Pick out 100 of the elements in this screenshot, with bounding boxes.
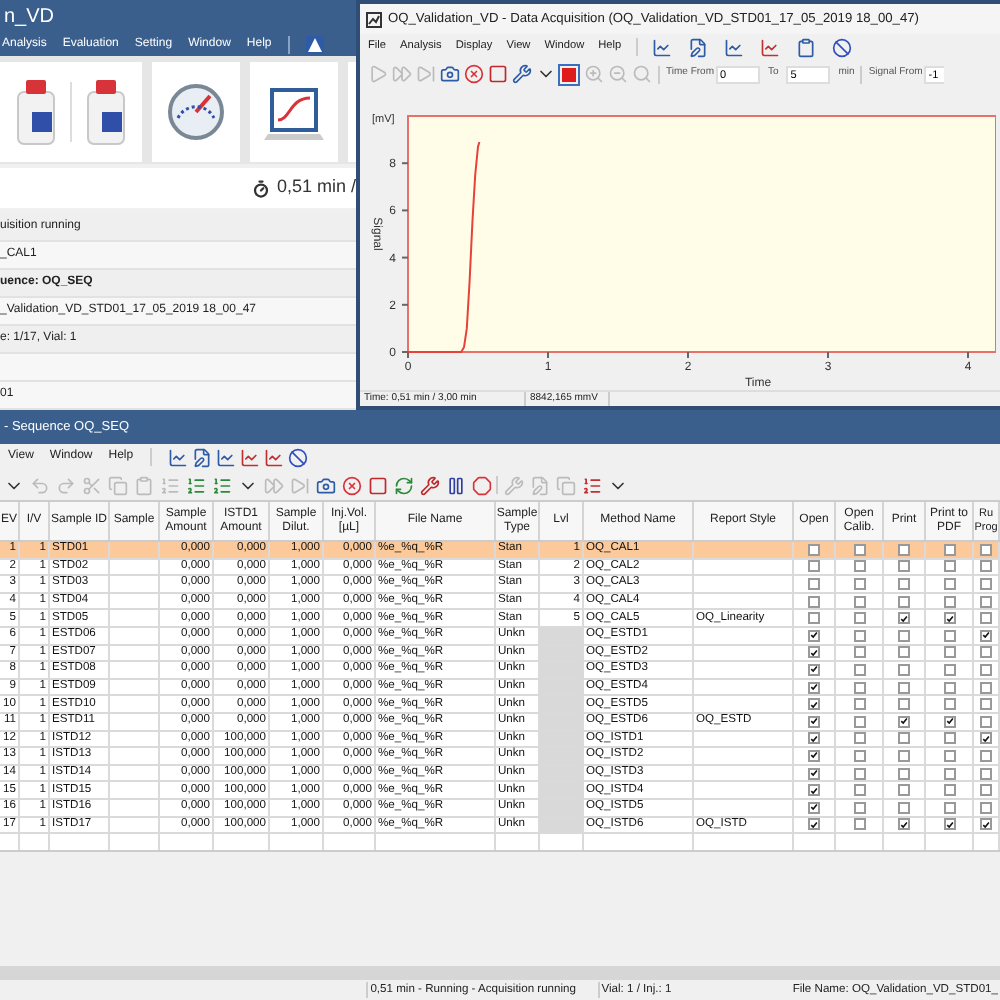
- checkbox[interactable]: [808, 577, 820, 590]
- checkbox[interactable]: [853, 818, 865, 831]
- list-icon[interactable]: [580, 474, 602, 496]
- checkbox[interactable]: [853, 784, 865, 797]
- checkbox[interactable]: [853, 612, 865, 625]
- checkbox[interactable]: [898, 801, 910, 814]
- checkbox[interactable]: [853, 646, 865, 659]
- checkbox[interactable]: [980, 612, 992, 625]
- checkbox[interactable]: [943, 629, 955, 642]
- checkbox[interactable]: [980, 732, 992, 745]
- checkbox[interactable]: [808, 663, 820, 676]
- refresh-icon[interactable]: [392, 474, 414, 496]
- checkbox[interactable]: [898, 784, 910, 797]
- wrench-icon[interactable]: [418, 474, 440, 496]
- checkbox[interactable]: [853, 560, 865, 573]
- checkbox[interactable]: [808, 629, 820, 642]
- checkbox[interactable]: [853, 801, 865, 814]
- calibration-icon[interactable]: [759, 36, 782, 58]
- checkbox[interactable]: [808, 698, 820, 711]
- checkbox[interactable]: [943, 749, 955, 762]
- checkbox[interactable]: [898, 646, 910, 659]
- checkbox[interactable]: [853, 681, 865, 694]
- camera-icon[interactable]: [314, 474, 336, 496]
- checkbox[interactable]: [853, 663, 865, 676]
- edit-icon[interactable]: [528, 474, 550, 496]
- checkbox[interactable]: [853, 595, 865, 608]
- checkbox[interactable]: [808, 595, 820, 608]
- gauge-icon[interactable]: [166, 81, 226, 142]
- record-button[interactable]: [558, 63, 580, 85]
- checkbox[interactable]: [808, 784, 820, 797]
- checkbox[interactable]: [980, 543, 992, 556]
- logo-icon[interactable]: [305, 35, 324, 54]
- checkbox[interactable]: [808, 818, 820, 831]
- checkbox[interactable]: [898, 715, 910, 728]
- checkbox[interactable]: [808, 543, 820, 556]
- checkbox[interactable]: [898, 818, 910, 831]
- checkbox[interactable]: [808, 560, 820, 573]
- checkbox[interactable]: [808, 612, 820, 625]
- checkbox[interactable]: [853, 732, 865, 745]
- checkbox[interactable]: [980, 749, 992, 762]
- checkbox[interactable]: [898, 612, 910, 625]
- checkbox[interactable]: [980, 784, 992, 797]
- copy-icon[interactable]: [106, 474, 128, 496]
- checkbox[interactable]: [943, 543, 955, 556]
- checkbox[interactable]: [898, 663, 910, 676]
- abort-icon[interactable]: [462, 63, 484, 85]
- checkbox[interactable]: [980, 801, 992, 814]
- checkbox[interactable]: [808, 749, 820, 762]
- checkbox[interactable]: [943, 818, 955, 831]
- checkbox[interactable]: [980, 698, 992, 711]
- checkbox[interactable]: [898, 543, 910, 556]
- calibration-icon[interactable]: [239, 446, 262, 468]
- checkbox[interactable]: [898, 595, 910, 608]
- checkbox[interactable]: [943, 663, 955, 676]
- chart-icon[interactable]: [651, 36, 674, 58]
- checkbox[interactable]: [980, 646, 992, 659]
- checkbox[interactable]: [808, 732, 820, 745]
- checkbox[interactable]: [898, 698, 910, 711]
- checkbox[interactable]: [853, 715, 865, 728]
- checkbox[interactable]: [943, 577, 955, 590]
- checkbox[interactable]: [808, 681, 820, 694]
- checkbox[interactable]: [808, 801, 820, 814]
- checkbox[interactable]: [808, 715, 820, 728]
- checkbox[interactable]: [943, 698, 955, 711]
- checkbox[interactable]: [943, 767, 955, 780]
- insert-rows-icon[interactable]: [184, 474, 206, 496]
- checkbox[interactable]: [898, 681, 910, 694]
- checkbox[interactable]: [943, 612, 955, 625]
- abort-icon[interactable]: [340, 474, 362, 496]
- checkbox[interactable]: [980, 715, 992, 728]
- checkbox[interactable]: [853, 577, 865, 590]
- checkbox[interactable]: [980, 818, 992, 831]
- checkbox[interactable]: [980, 560, 992, 573]
- peaks-icon[interactable]: [723, 36, 746, 58]
- checkbox[interactable]: [808, 767, 820, 780]
- checkbox[interactable]: [853, 629, 865, 642]
- checkbox[interactable]: [853, 749, 865, 762]
- checkbox[interactable]: [980, 629, 992, 642]
- cut-icon[interactable]: [80, 474, 102, 496]
- checkbox[interactable]: [980, 663, 992, 676]
- zoom-out-icon[interactable]: [606, 63, 628, 85]
- halt-icon[interactable]: [470, 474, 492, 496]
- checkbox[interactable]: [980, 595, 992, 608]
- scroll-bar[interactable]: [0, 966, 1000, 980]
- play-icon[interactable]: [366, 63, 388, 85]
- checkbox[interactable]: [853, 543, 865, 556]
- checkbox[interactable]: [943, 732, 955, 745]
- checkbox[interactable]: [898, 577, 910, 590]
- checkbox[interactable]: [943, 681, 955, 694]
- chart-icon[interactable]: [167, 446, 190, 468]
- paste-icon[interactable]: [132, 474, 154, 496]
- checkbox[interactable]: [943, 784, 955, 797]
- checkbox[interactable]: [808, 646, 820, 659]
- redo-icon[interactable]: [54, 474, 76, 496]
- checkbox[interactable]: [898, 732, 910, 745]
- peaks-icon[interactable]: [215, 446, 238, 468]
- checkbox[interactable]: [898, 629, 910, 642]
- wrench-icon[interactable]: [510, 63, 532, 85]
- checkbox[interactable]: [943, 801, 955, 814]
- checkbox[interactable]: [898, 767, 910, 780]
